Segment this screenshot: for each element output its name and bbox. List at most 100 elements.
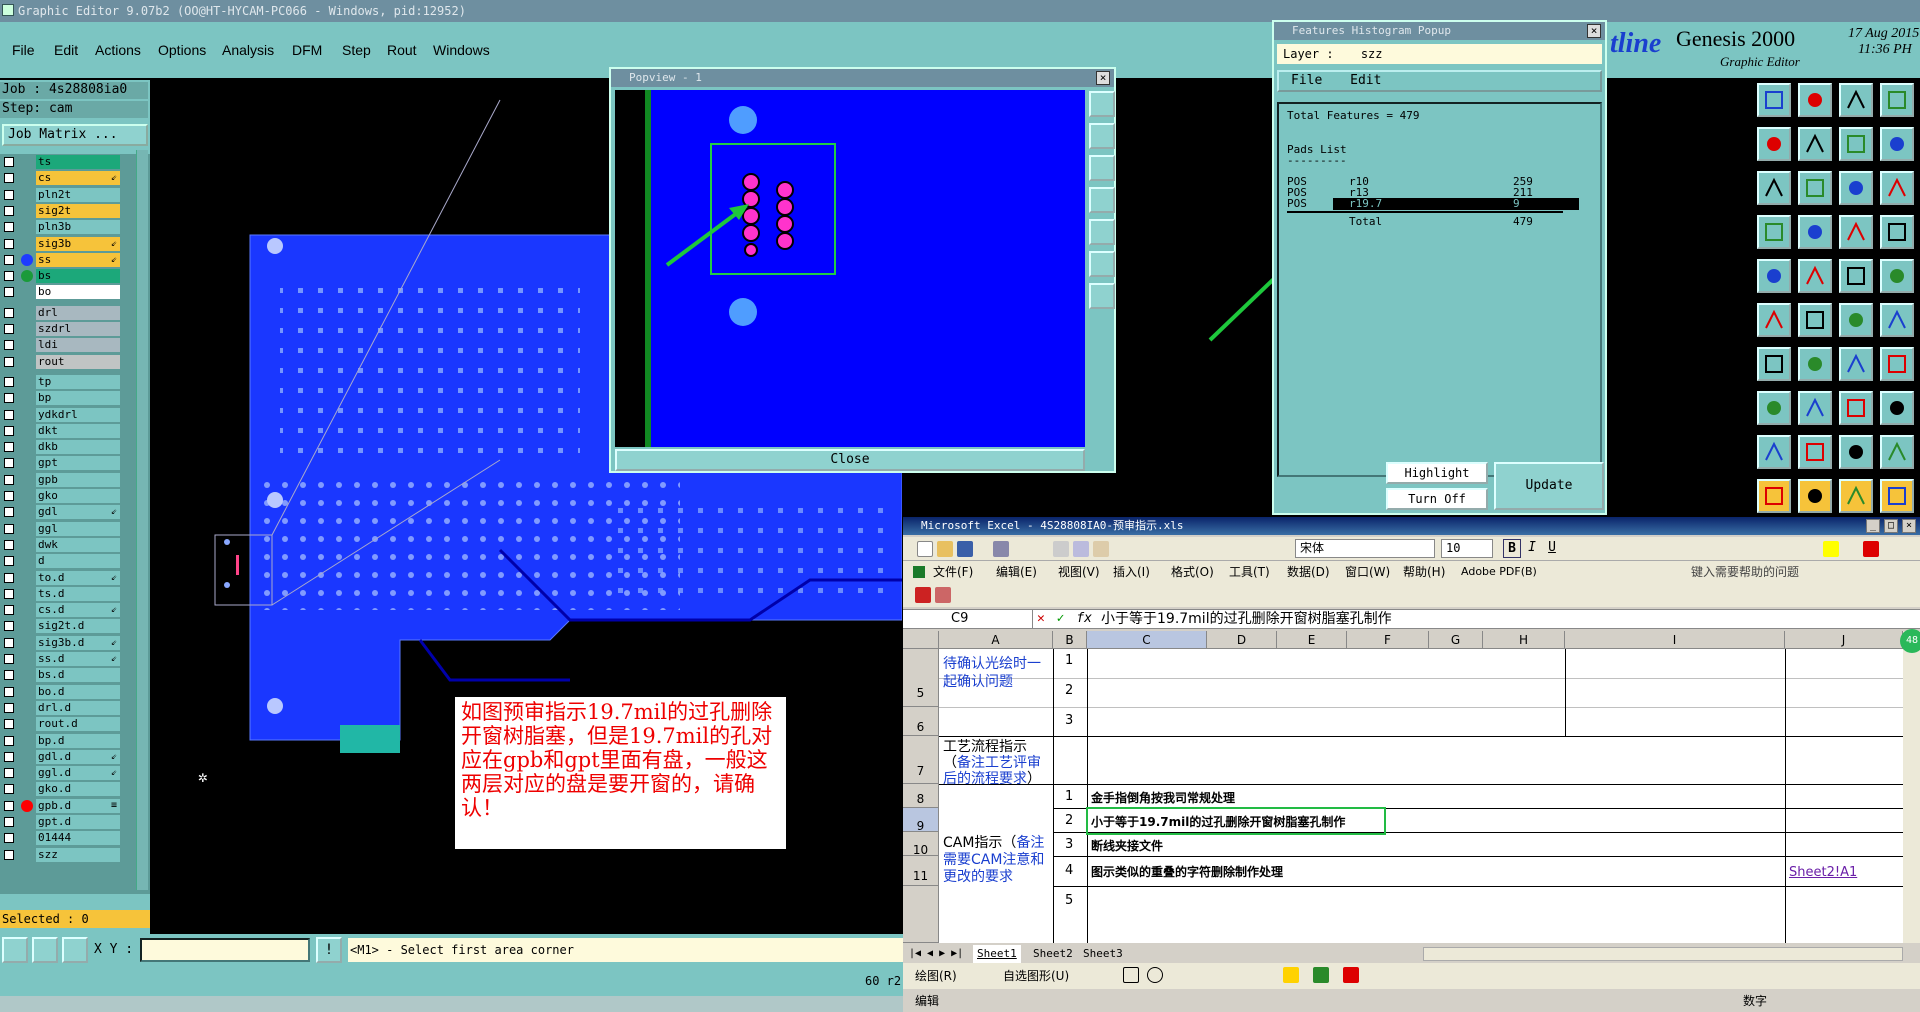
layer-name[interactable]: cs ⇙	[36, 171, 120, 186]
pdf-mail-icon[interactable]	[935, 587, 951, 603]
cell-j11-link[interactable]: Sheet2!A1	[1789, 865, 1857, 880]
popview-fit-button[interactable]	[1089, 187, 1115, 213]
layer-row[interactable]: bs	[0, 268, 120, 284]
layer-row[interactable]: bs.d	[0, 667, 120, 683]
menu-windows[interactable]: Windows	[433, 42, 490, 58]
xl-menu-insert[interactable]: 插入(I)	[1113, 561, 1150, 583]
layer-row[interactable]: d	[0, 553, 120, 569]
popview-close-icon[interactable]: ×	[1096, 71, 1110, 85]
layer-name[interactable]: drl.d	[36, 700, 120, 715]
layer-name[interactable]: ss.d ⇙	[36, 652, 120, 666]
layer-name[interactable]: ss ⇙	[36, 252, 120, 267]
wrench-icon[interactable]	[1757, 215, 1791, 249]
layer-name[interactable]: gpb	[36, 472, 120, 487]
select-area-icon[interactable]	[1798, 479, 1832, 513]
layer-name[interactable]: szdrl	[36, 322, 120, 336]
cell-c11[interactable]: 图示类似的重叠的字符删除制作处理	[1091, 863, 1283, 880]
col-header-d[interactable]: D	[1207, 631, 1277, 649]
excel-maximize-icon[interactable]: □	[1884, 519, 1898, 533]
bold-button[interactable]: B	[1503, 539, 1521, 558]
layer-checkbox[interactable]	[4, 254, 14, 265]
xl-menu-format[interactable]: 格式(O)	[1171, 561, 1214, 583]
layer-checkbox[interactable]	[4, 205, 14, 216]
excel-minimize-icon[interactable]: _	[1866, 519, 1880, 533]
cell-a10[interactable]: CAM指示（备注需要CAM注意和更改的要求	[943, 835, 1051, 886]
fill-color-icon[interactable]	[1823, 541, 1839, 557]
layer-row[interactable]: gko.d	[0, 781, 120, 797]
area-icon[interactable]	[1798, 259, 1832, 293]
layer-row[interactable]: rout	[0, 354, 120, 370]
connect-icon[interactable]	[1880, 303, 1914, 337]
mirror-icon[interactable]	[1839, 127, 1873, 161]
layer-name[interactable]: gpb.d ≡	[36, 798, 120, 813]
select-all-corner[interactable]	[903, 631, 939, 649]
layer-checkbox[interactable]	[4, 287, 14, 298]
histogram-menu-edit[interactable]: Edit	[1350, 73, 1381, 88]
text-color-icon[interactable]	[1343, 967, 1359, 983]
layer-checkbox[interactable]	[4, 376, 14, 387]
merge-icon[interactable]	[1880, 391, 1914, 425]
layer-row[interactable]: bp	[0, 390, 120, 406]
popview-expand-button[interactable]	[1089, 251, 1115, 277]
layer-row[interactable]: pln2t	[0, 187, 120, 203]
menu-actions[interactable]: Actions	[95, 42, 141, 58]
cell-b11[interactable]: 4	[1065, 863, 1073, 878]
line-color-icon[interactable]	[1313, 967, 1329, 983]
layer-name[interactable]: ts	[36, 155, 120, 169]
popview-close-button[interactable]: Close	[615, 449, 1085, 471]
tab-sheet2[interactable]: Sheet2	[1029, 945, 1077, 963]
menu-options[interactable]: Options	[158, 42, 206, 58]
menu-dfm[interactable]: DFM	[292, 42, 322, 58]
layer-name[interactable]: drl	[36, 305, 120, 320]
triangle-alt-icon[interactable]	[1798, 435, 1832, 469]
layer-name[interactable]: rout.d	[36, 717, 120, 732]
layer-checkbox[interactable]	[4, 719, 14, 730]
layer-row[interactable]: ldi	[0, 337, 120, 353]
layer-checkbox[interactable]	[4, 189, 14, 200]
flip-icon[interactable]	[1880, 347, 1914, 381]
layer-row[interactable]: to.d ⇙	[0, 570, 120, 586]
layer-checkbox[interactable]	[4, 572, 14, 583]
cell-c8[interactable]: 金手指倒角按我司常规处理	[1091, 789, 1235, 806]
histogram-close-icon[interactable]: ×	[1587, 24, 1601, 38]
layer-list-scrollbar[interactable]	[136, 150, 148, 890]
rotate-icon[interactable]	[1880, 127, 1914, 161]
layer-name[interactable]: sig3b ⇙	[36, 236, 120, 251]
draw-menu[interactable]: 绘图(R)	[915, 963, 957, 989]
xl-menu-data[interactable]: 数据(D)	[1287, 561, 1330, 583]
layer-name[interactable]: dwk	[36, 537, 120, 552]
menu-rout[interactable]: Rout	[387, 42, 417, 58]
underline-button[interactable]: U	[1543, 539, 1561, 558]
home-icon[interactable]	[1839, 83, 1873, 117]
layer-checkbox[interactable]	[4, 409, 14, 420]
layer-checkbox[interactable]	[4, 702, 14, 713]
copy-icon[interactable]	[1798, 127, 1832, 161]
menu-analysis[interactable]: Analysis	[222, 42, 274, 58]
row-sym-selected[interactable]: r19.7	[1349, 198, 1382, 210]
help-icon[interactable]	[1880, 171, 1914, 205]
fill-icon[interactable]	[1283, 967, 1299, 983]
cell-b8[interactable]: 1	[1065, 789, 1073, 804]
excel-close-icon[interactable]: ×	[1902, 519, 1916, 533]
print-icon[interactable]	[993, 541, 1009, 557]
layer-row[interactable]: bo.d	[0, 684, 120, 700]
cut-icon[interactable]	[1053, 541, 1069, 557]
layer-name[interactable]: ggl	[36, 521, 120, 536]
layer-row[interactable]: ss ⇙	[0, 252, 120, 268]
floating-badge[interactable]: 48	[1900, 629, 1920, 653]
layer-row[interactable]: dkb	[0, 439, 120, 455]
col-header-b[interactable]: B	[1053, 631, 1087, 649]
layer-row[interactable]: dkt	[0, 423, 120, 439]
layer-checkbox[interactable]	[4, 605, 14, 616]
xl-menu-help[interactable]: 帮助(H)	[1403, 561, 1445, 583]
layer-checkbox[interactable]	[4, 588, 14, 599]
layer-name[interactable]: bp	[36, 391, 120, 406]
copy-icon[interactable]	[1073, 541, 1089, 557]
ruler-icon[interactable]	[1839, 259, 1873, 293]
layer-name[interactable]: bo	[36, 285, 120, 300]
layer-checkbox[interactable]	[4, 670, 14, 681]
shape-icon[interactable]	[1839, 435, 1873, 469]
layer-row[interactable]: gko	[0, 488, 120, 504]
layer-checkbox[interactable]	[4, 768, 14, 779]
edit-icon[interactable]	[1757, 391, 1791, 425]
